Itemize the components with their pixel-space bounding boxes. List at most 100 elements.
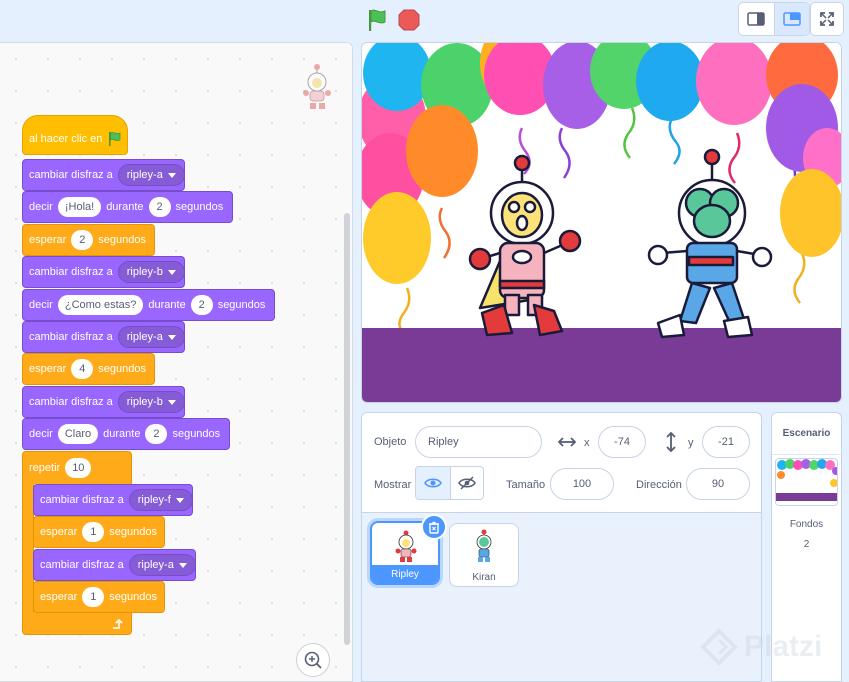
- x-label: x: [584, 437, 590, 449]
- backdrop-thumbnail[interactable]: [775, 458, 838, 506]
- block-label: decir: [29, 299, 53, 311]
- eye-icon: [423, 478, 442, 488]
- message-input[interactable]: ¡Hola!: [57, 197, 102, 217]
- wait-block[interactable]: esperar 1 segundos: [33, 581, 165, 613]
- dropdown-value: ripley-b: [126, 396, 163, 408]
- block-label: cambiar disfraz a: [29, 396, 113, 408]
- fullscreen-icon: [820, 12, 834, 26]
- ripley-thumbnail: [395, 530, 417, 562]
- dropdown-value: ripley-a: [126, 331, 163, 343]
- show-sprite-button[interactable]: [416, 467, 450, 499]
- block-label: segundos: [175, 201, 224, 213]
- dropdown-value: ripley-a: [126, 169, 163, 181]
- costume-dropdown[interactable]: ripley-b: [117, 261, 185, 283]
- direction-label: Dirección: [636, 479, 682, 491]
- seconds-input[interactable]: 2: [71, 230, 94, 250]
- direction-input[interactable]: 90: [686, 468, 750, 500]
- costume-dropdown[interactable]: ripley-a: [128, 554, 196, 576]
- block-label: esperar: [29, 363, 67, 375]
- large-stage-button[interactable]: [773, 3, 809, 35]
- stop-button[interactable]: [397, 8, 421, 32]
- y-label: y: [688, 437, 694, 449]
- kiran-thumbnail: [476, 529, 492, 562]
- show-label: Mostrar: [374, 479, 412, 491]
- block-label: decir: [29, 201, 53, 213]
- switch-costume-block[interactable]: cambiar disfraz a ripley-b: [22, 386, 185, 418]
- seconds-input[interactable]: 2: [145, 424, 168, 444]
- dropdown-value: ripley-f: [137, 494, 171, 506]
- message-input[interactable]: ¿Como estas?: [57, 295, 144, 315]
- repeat-header: repetir 10: [29, 458, 92, 478]
- say-for-secs-block[interactable]: decir ¡Hola! durante 2 segundos: [22, 191, 233, 223]
- hat-label: al hacer clic en: [29, 133, 103, 145]
- costume-dropdown[interactable]: ripley-f: [128, 489, 193, 511]
- costume-dropdown[interactable]: ripley-b: [117, 391, 185, 413]
- x-input[interactable]: -74: [598, 426, 646, 458]
- block-label: decir: [29, 428, 53, 440]
- dropdown-value: ripley-b: [126, 266, 163, 278]
- script-area[interactable]: al hacer clic en cambiar disfraz a riple…: [0, 42, 353, 682]
- green-flag-icon: [109, 132, 121, 146]
- costume-dropdown[interactable]: ripley-a: [117, 326, 185, 348]
- script-scrollbar[interactable]: [344, 213, 350, 645]
- block-label: segundos: [98, 363, 147, 375]
- block-label: segundos: [172, 428, 221, 440]
- green-flag-button[interactable]: [364, 7, 390, 33]
- switch-costume-block[interactable]: cambiar disfraz a ripley-a: [22, 159, 185, 191]
- party-backdrop: [362, 43, 841, 402]
- seconds-input[interactable]: 2: [148, 197, 171, 217]
- platzi-logo-icon: [700, 628, 738, 666]
- visibility-toggle: [415, 466, 484, 500]
- object-label: Objeto: [374, 436, 407, 448]
- block-label: cambiar disfraz a: [29, 266, 113, 278]
- switch-costume-block[interactable]: cambiar disfraz a ripley-a: [33, 549, 196, 581]
- horizontal-arrows-icon: [558, 437, 576, 447]
- chevron-down-icon: [175, 497, 184, 503]
- block-label: segundos: [109, 591, 158, 603]
- block-label: repetir: [29, 462, 61, 474]
- watermark-text: Platzi: [744, 630, 823, 663]
- y-input[interactable]: -21: [702, 426, 750, 458]
- block-label: durante: [148, 299, 186, 311]
- wait-block[interactable]: esperar 4 segundos: [22, 353, 155, 385]
- hide-sprite-button[interactable]: [449, 467, 484, 499]
- message-input[interactable]: Claro: [57, 424, 99, 444]
- say-for-secs-block[interactable]: decir Claro durante 2 segundos: [22, 418, 230, 450]
- small-stage-icon: [747, 12, 766, 26]
- size-label: Tamaño: [506, 479, 546, 491]
- seconds-input[interactable]: 1: [82, 522, 105, 542]
- seconds-input[interactable]: 1: [82, 587, 105, 607]
- switch-costume-block[interactable]: cambiar disfraz a ripley-a: [22, 321, 185, 353]
- eye-crossed-icon: [457, 476, 476, 490]
- stage-size-toggle: [738, 2, 810, 36]
- seconds-input[interactable]: 2: [190, 295, 213, 315]
- sprite-name-input[interactable]: Ripley: [415, 426, 542, 458]
- block-label: segundos: [217, 299, 266, 311]
- switch-costume-block[interactable]: cambiar disfraz a ripley-b: [22, 256, 185, 288]
- zoom-in-button[interactable]: [296, 643, 330, 677]
- sprite-tile-name: Ripley: [372, 565, 438, 583]
- switch-costume-block[interactable]: cambiar disfraz a ripley-f: [33, 484, 193, 516]
- green-flag-icon: [369, 9, 386, 31]
- wait-block[interactable]: esperar 2 segundos: [22, 224, 155, 256]
- seconds-input[interactable]: 4: [71, 359, 94, 379]
- vertical-arrows-icon: [666, 432, 676, 452]
- say-for-secs-block[interactable]: decir ¿Como estas? durante 2 segundos: [22, 289, 275, 321]
- size-input[interactable]: 100: [550, 468, 614, 500]
- wait-block[interactable]: esperar 1 segundos: [33, 516, 165, 548]
- block-label: esperar: [40, 591, 78, 603]
- when-flag-clicked-block[interactable]: al hacer clic en: [22, 115, 128, 155]
- delete-sprite-button[interactable]: [421, 514, 447, 540]
- costume-dropdown[interactable]: ripley-a: [117, 164, 185, 186]
- small-stage-button[interactable]: [739, 3, 774, 35]
- repeat-count-input[interactable]: 10: [65, 458, 92, 478]
- backdrops-label: Fondos: [789, 519, 824, 530]
- block-label: durante: [103, 428, 141, 440]
- chevron-down-icon: [167, 399, 176, 405]
- backdrops-count: 2: [803, 539, 810, 550]
- stage[interactable]: [361, 42, 842, 403]
- stop-icon: [398, 9, 420, 31]
- stage-panel-title: Escenario: [772, 413, 841, 455]
- sprite-tile-kiran[interactable]: Kiran: [449, 523, 519, 587]
- fullscreen-button[interactable]: [810, 2, 844, 36]
